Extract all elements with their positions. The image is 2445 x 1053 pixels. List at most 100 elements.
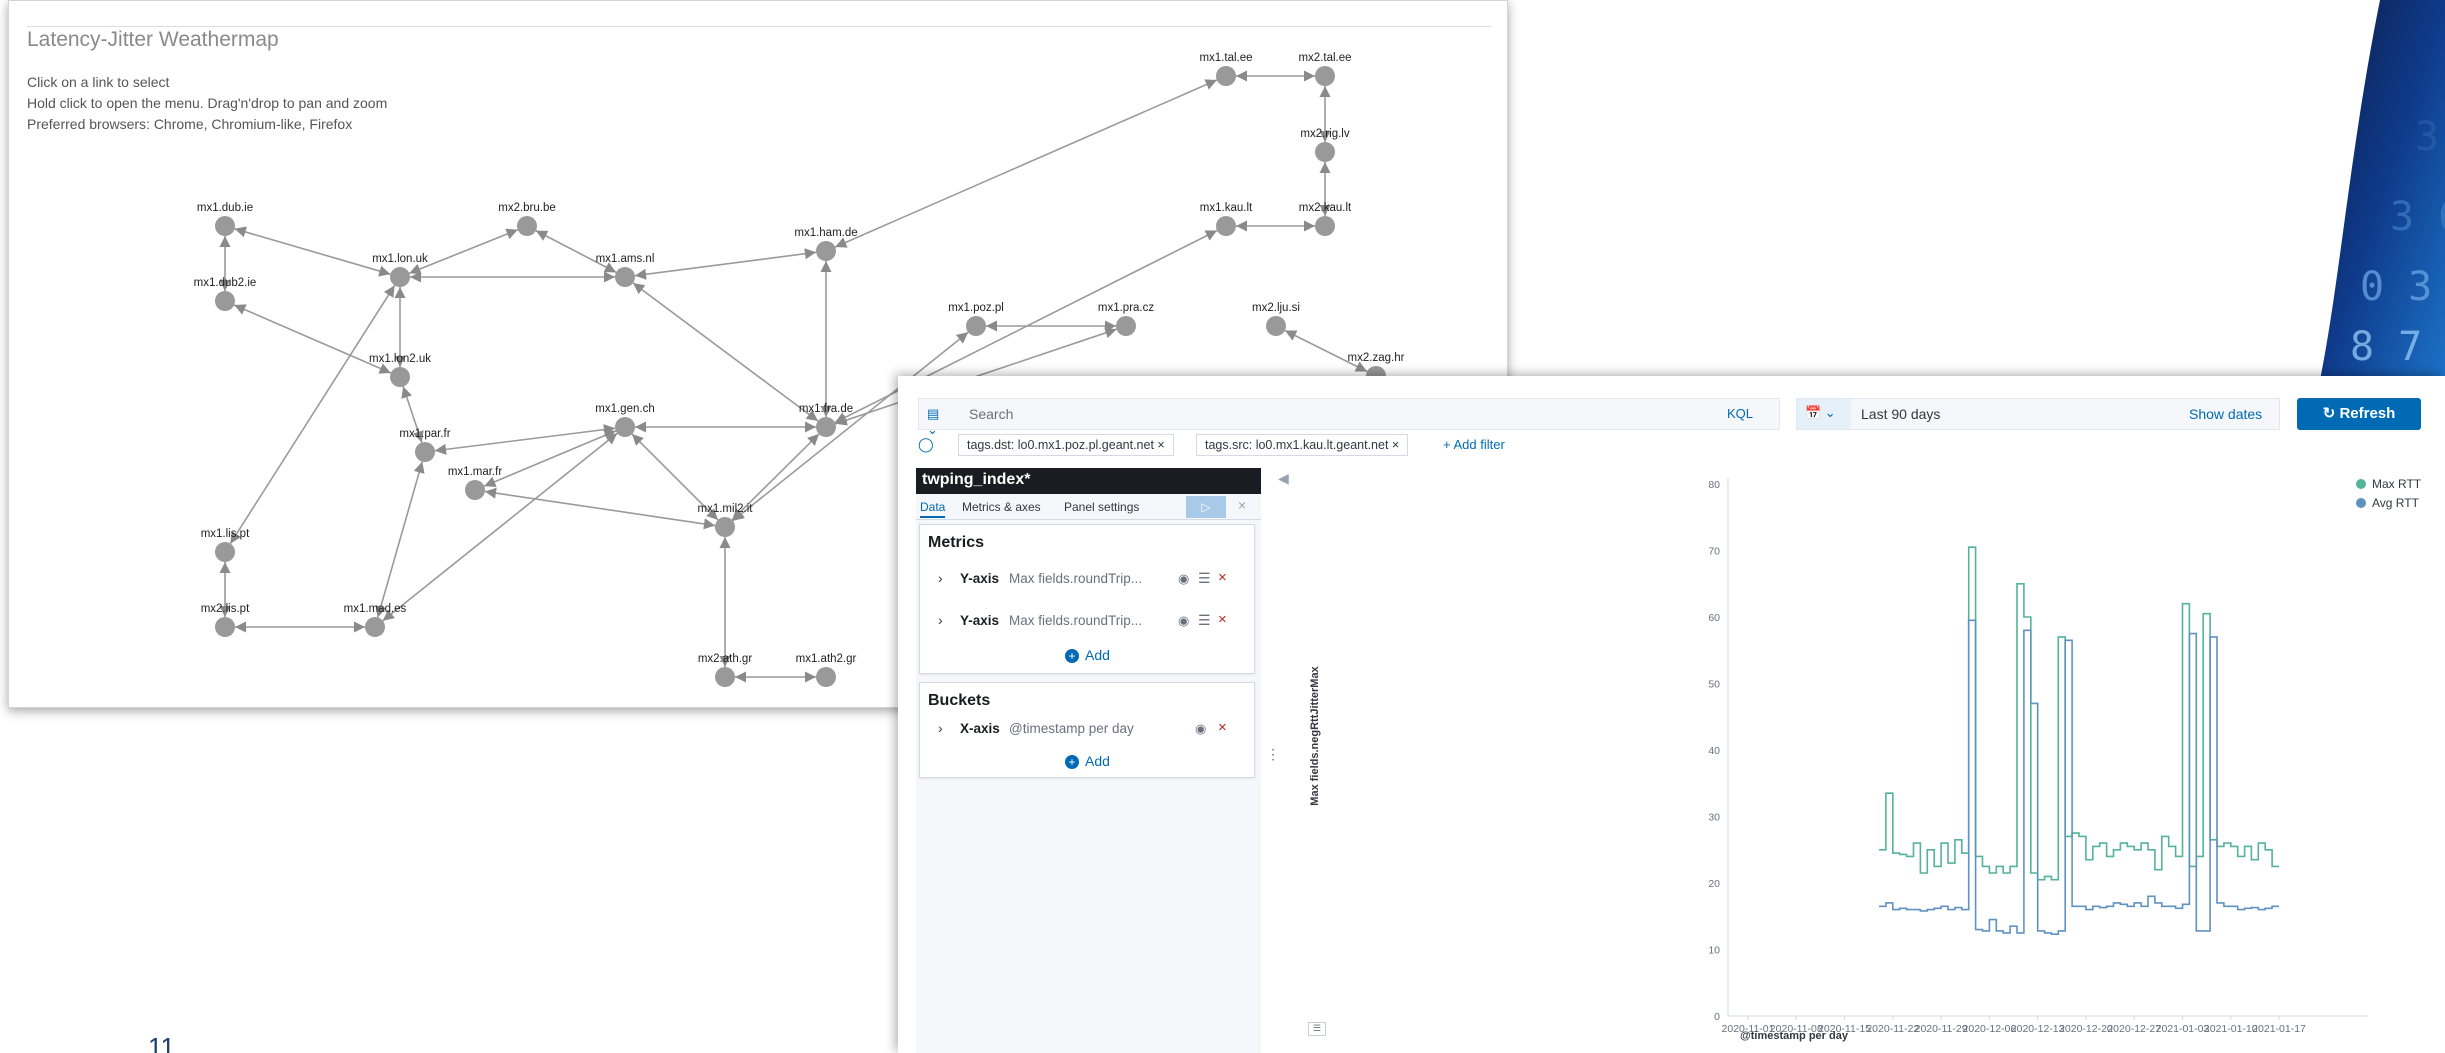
refresh-button[interactable]: ↻ Refresh [2297, 398, 2421, 430]
drag-handle-icon[interactable]: ☰ [1198, 612, 1211, 629]
kibana-visualize-panel[interactable]: ▤ ⌄ Search KQL 📅 ⌄ Last 90 days Show dat… [898, 376, 2445, 1053]
date-range-value[interactable]: Last 90 days [1861, 406, 1940, 422]
search-input[interactable]: Search [969, 406, 1013, 422]
network-node[interactable] [1315, 216, 1335, 236]
legend-label[interactable]: Max RTT [2372, 477, 2422, 491]
network-node[interactable] [215, 291, 235, 311]
date-picker[interactable]: 📅 ⌄ Last 90 days Show dates [1796, 398, 2280, 430]
buckets-card: Buckets › X-axis @timestamp per day ◉ × … [919, 682, 1255, 778]
update-button[interactable]: ▷ [1186, 496, 1226, 518]
x-tick-label: 2021-01-03 [2156, 1023, 2210, 1035]
legend-swatch[interactable] [2356, 498, 2366, 508]
network-node[interactable] [1266, 316, 1286, 336]
metric-row[interactable]: › Y-axis Max fields.roundTrip... ◉ ☰ × [920, 609, 1254, 635]
add-filter-button[interactable]: + Add filter [1443, 437, 1505, 452]
legend-toggle-icon[interactable]: ☰ [1308, 1022, 1326, 1036]
legend-label[interactable]: Avg RTT [2372, 496, 2420, 510]
network-link[interactable] [229, 285, 396, 544]
network-link[interactable] [632, 282, 819, 422]
eye-icon[interactable]: ◉ [1178, 613, 1189, 629]
chevron-right-icon[interactable]: › [938, 720, 943, 736]
network-node[interactable] [816, 417, 836, 437]
eye-icon[interactable]: ◉ [1195, 721, 1206, 737]
add-metric-button[interactable]: + Add [1065, 647, 1110, 663]
node-label: mx1.lon.uk [372, 253, 428, 265]
drag-handle-icon[interactable]: ☰ [1198, 570, 1211, 587]
x-tick-label: 2020-12-06 [1963, 1023, 2017, 1035]
network-node[interactable] [1315, 142, 1335, 162]
network-link[interactable] [382, 432, 618, 622]
network-node[interactable] [390, 267, 410, 287]
index-pattern-title: twping_index* [916, 468, 1261, 494]
more-vertical-icon[interactable]: ⋮ [1266, 746, 1280, 763]
network-link[interactable] [408, 228, 519, 275]
close-icon[interactable]: × [1392, 438, 1399, 452]
close-icon[interactable]: × [1157, 438, 1164, 452]
tab-metrics-axes[interactable]: Metrics & axes [962, 500, 1041, 514]
x-tick-label: 2020-11-29 [1915, 1023, 1968, 1035]
network-node[interactable] [365, 617, 385, 637]
rtt-line-chart[interactable]: 01020304050607080 2020-11-012020-11-0820… [1288, 466, 2438, 1046]
network-link[interactable] [234, 226, 391, 277]
kql-toggle[interactable]: KQL [1727, 406, 1753, 421]
network-node[interactable] [1216, 66, 1236, 86]
network-node[interactable] [465, 480, 485, 500]
metric-row[interactable]: › Y-axis Max fields.roundTrip... ◉ ☰ × [920, 567, 1254, 593]
node-label: mx1.kau.lt [1200, 202, 1253, 214]
network-node[interactable] [615, 417, 635, 437]
network-link[interactable] [434, 424, 616, 455]
search-bar[interactable]: ▤ ⌄ Search KQL [918, 398, 1780, 437]
tab-data[interactable]: Data [920, 500, 946, 518]
network-node[interactable] [816, 241, 836, 261]
network-node[interactable] [415, 442, 435, 462]
discard-icon[interactable]: × [1238, 497, 1246, 513]
bucket-row[interactable]: › X-axis @timestamp per day ◉ × [920, 717, 1254, 743]
filter-pill-label: tags.src: lo0.mx1.kau.lt.geant.net [1205, 438, 1389, 452]
network-link[interactable] [484, 487, 716, 530]
network-link[interactable] [233, 304, 392, 374]
network-node[interactable] [215, 216, 235, 236]
x-tick-label: 2020-12-13 [2011, 1023, 2065, 1035]
show-dates-link[interactable]: Show dates [2189, 406, 2262, 422]
network-node[interactable] [1315, 66, 1335, 86]
saved-query-icon[interactable]: ▤ ⌄ [927, 406, 953, 437]
tab-panel-settings[interactable]: Panel settings [1064, 500, 1139, 514]
network-node[interactable] [517, 216, 537, 236]
editor-sidebar: Metrics › Y-axis Max fields.roundTrip...… [916, 520, 1261, 1053]
node-label: mx1.dub2.ie [194, 277, 257, 289]
filter-pill[interactable]: tags.src: lo0.mx1.kau.lt.geant.net × [1196, 434, 1409, 456]
series-line-avg-rtt[interactable] [1879, 619, 2279, 935]
remove-icon[interactable]: × [1218, 569, 1227, 586]
network-link[interactable] [483, 430, 617, 487]
legend-swatch[interactable] [2356, 479, 2366, 489]
network-node[interactable] [715, 517, 735, 537]
network-link[interactable] [834, 79, 1218, 248]
remove-icon[interactable]: × [1218, 611, 1227, 628]
remove-icon[interactable]: × [1218, 719, 1227, 736]
network-node[interactable] [615, 267, 635, 287]
series-line-max-rtt[interactable] [1879, 546, 2279, 881]
network-node[interactable] [390, 367, 410, 387]
eye-icon[interactable]: ◉ [1178, 571, 1189, 587]
filter-options-icon[interactable]: ◯ [918, 436, 936, 454]
refresh-label: Refresh [2339, 405, 2396, 422]
metric-axis: Y-axis [960, 613, 1000, 628]
chevron-right-icon[interactable]: › [938, 612, 943, 628]
network-node[interactable] [215, 542, 235, 562]
chevron-right-icon[interactable]: › [938, 570, 943, 586]
network-node[interactable] [1216, 216, 1236, 236]
calendar-icon[interactable]: 📅 ⌄ [1797, 399, 1851, 429]
network-link[interactable] [634, 248, 817, 280]
filter-pill[interactable]: tags.dst: lo0.mx1.poz.pl.geant.net × [958, 434, 1174, 456]
network-node[interactable] [966, 316, 986, 336]
network-node[interactable] [215, 617, 235, 637]
network-node[interactable] [816, 667, 836, 687]
network-node[interactable] [715, 667, 735, 687]
x-axis-title: @timestamp per day [1740, 1030, 1849, 1042]
svg-text:0 3 D: 0 3 D [2360, 264, 2445, 310]
network-link[interactable] [535, 229, 617, 274]
page-number: 11 [148, 1032, 175, 1053]
network-link[interactable] [1284, 329, 1368, 373]
network-node[interactable] [1116, 316, 1136, 336]
add-bucket-button[interactable]: + Add [1065, 753, 1110, 769]
